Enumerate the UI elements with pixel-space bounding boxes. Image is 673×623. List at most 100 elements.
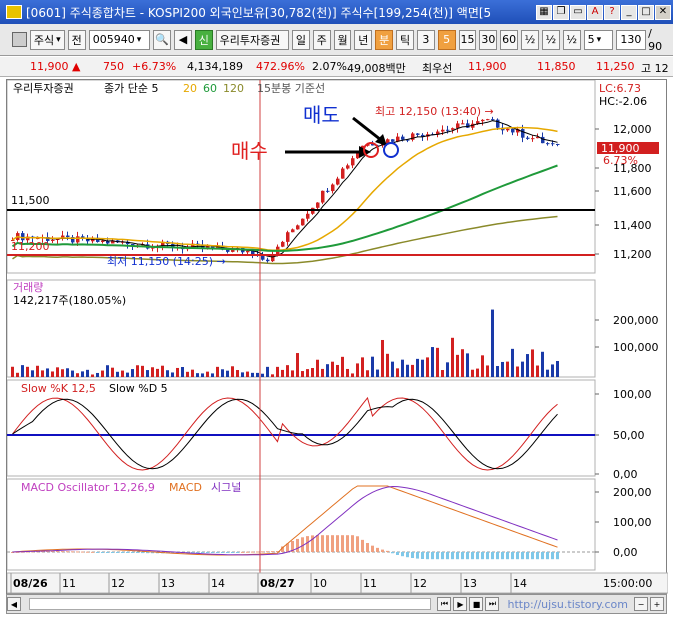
volume-bar [431,347,434,377]
half-button-3[interactable]: ½ [562,29,581,50]
zoom-out-icon[interactable]: − [634,597,648,611]
scroll-left-icon[interactable]: ◀ [7,597,21,611]
market-select[interactable]: 주식 [29,29,65,50]
toggle-icon[interactable] [12,32,27,47]
macd-osc-bar [511,552,514,560]
macd-osc-bar [521,552,524,560]
volume-bar [456,354,459,377]
macd-osc-bar [106,552,109,553]
candle-body [341,168,345,179]
volume-bar [436,347,439,377]
period-tick-button[interactable]: 틱 [396,29,414,50]
half-button-1[interactable]: ½ [521,29,539,50]
x-axis-label: 10 [313,577,327,590]
volume-bar [106,365,109,377]
half-button-2[interactable]: ½ [541,29,560,50]
current-pct-label: 6.73% [603,154,638,167]
period-year-button[interactable]: 년 [354,29,373,50]
x-axis-label: 13 [463,577,477,590]
candle-body [266,259,270,262]
interval-60-button[interactable]: 60 [500,29,519,50]
volume-bar [61,369,64,377]
scroll-track[interactable] [29,598,432,610]
volume-tick-label: 100,000 [613,341,659,354]
candle-body [451,128,455,130]
minimize-icon[interactable]: _ [621,4,637,20]
tile-icon[interactable]: ▦ [536,4,552,20]
interval-select[interactable]: 5 [583,29,614,50]
candle-body [101,240,105,242]
count-input[interactable]: 130 [616,29,647,50]
last-icon[interactable]: ⏭ [485,597,500,611]
candle-body [316,202,320,208]
zoom-in-icon[interactable]: + [650,597,664,611]
speaker-icon[interactable]: ◀ [174,29,192,50]
candle-body [346,165,350,169]
volume-bar [471,369,474,377]
best-quote-label: 최우선 [422,62,453,75]
period-minute-button[interactable]: 분 [375,29,394,50]
play-icon[interactable]: ▶ [453,597,468,611]
volume-bar [521,361,524,377]
candle-body [461,123,465,125]
period-day-button[interactable]: 일 [291,29,310,50]
macd-osc-bar [531,552,534,560]
volume-bar [201,373,204,377]
interval-30-button[interactable]: 30 [479,29,498,50]
volume-bar [411,364,414,377]
period-month-button[interactable]: 월 [333,29,352,50]
macd-tick-label: 200,00 [613,486,652,499]
volume-bar [81,371,84,377]
candle-body [521,129,525,138]
macd-osc-bar [491,552,494,560]
x-axis-label: 14 [513,577,527,590]
window-icon[interactable]: ▭ [570,4,586,20]
candle-body [296,225,300,230]
help-icon[interactable]: ? [604,4,620,20]
price-tick-label: 11,600 [613,185,652,198]
macd-osc-bar [496,552,499,560]
interval-3-button[interactable]: 3 [416,29,435,50]
price-tick-label: 11,200 [613,248,652,261]
stoch-tick-label: 100,00 [613,388,652,401]
first-icon[interactable]: ⏮ [437,597,452,611]
candle-body [356,152,360,159]
macd-osc-bar [141,552,144,554]
stock-chart[interactable]: 우리투자증권 종가 단순 5 20 60 120 15분봉 기준선 LC:6.7… [6,79,668,595]
candle-body [526,137,530,139]
search-icon[interactable]: 🔍 [153,29,172,50]
interval-15-button[interactable]: 15 [458,29,477,50]
candle-body [326,190,330,192]
volume-bar [206,371,209,377]
candle-body [331,184,335,192]
period-week-button[interactable]: 주 [312,29,331,50]
stop-icon[interactable]: ■ [469,597,484,611]
volume-bar [351,373,354,377]
restore-icon[interactable]: ❐ [553,4,569,20]
candle-body [446,129,450,131]
volume-bar [271,374,274,377]
prefix-button[interactable]: 전 [67,29,86,50]
stock-code-input[interactable]: 005940 [88,29,151,50]
macd-osc-bar [261,551,264,553]
link-icon[interactable]: A [587,4,603,20]
volume-bar [376,369,379,377]
macd-osc-bar [236,552,239,553]
volume-value: 4,134,189 [187,60,243,73]
volume-bar [491,309,494,377]
x-axis-label: 12 [413,577,427,590]
macd-osc-bar [216,552,219,553]
stoch-k-label: Slow %K 12,5 [21,382,96,395]
interval-5-button[interactable]: 5 [437,29,456,50]
macd-osc-bar [221,552,224,553]
macd-osc-bar [406,552,409,558]
volume-ratio: 472.96% [256,60,305,73]
maximize-icon[interactable]: □ [638,4,654,20]
close-icon[interactable]: ✕ [655,4,671,20]
chart-scrollbar[interactable]: ◀ ⏮ ▶ ■ ⏭ http://ujsu.tistory.com − + [6,594,667,614]
volume-bar [401,359,404,377]
volume-bar [291,370,294,377]
chart-canvas[interactable]: 우리투자증권 종가 단순 5 20 60 120 15분봉 기준선 LC:6.7… [7,80,668,595]
candle-body [281,241,285,247]
volume-bar [361,357,364,377]
